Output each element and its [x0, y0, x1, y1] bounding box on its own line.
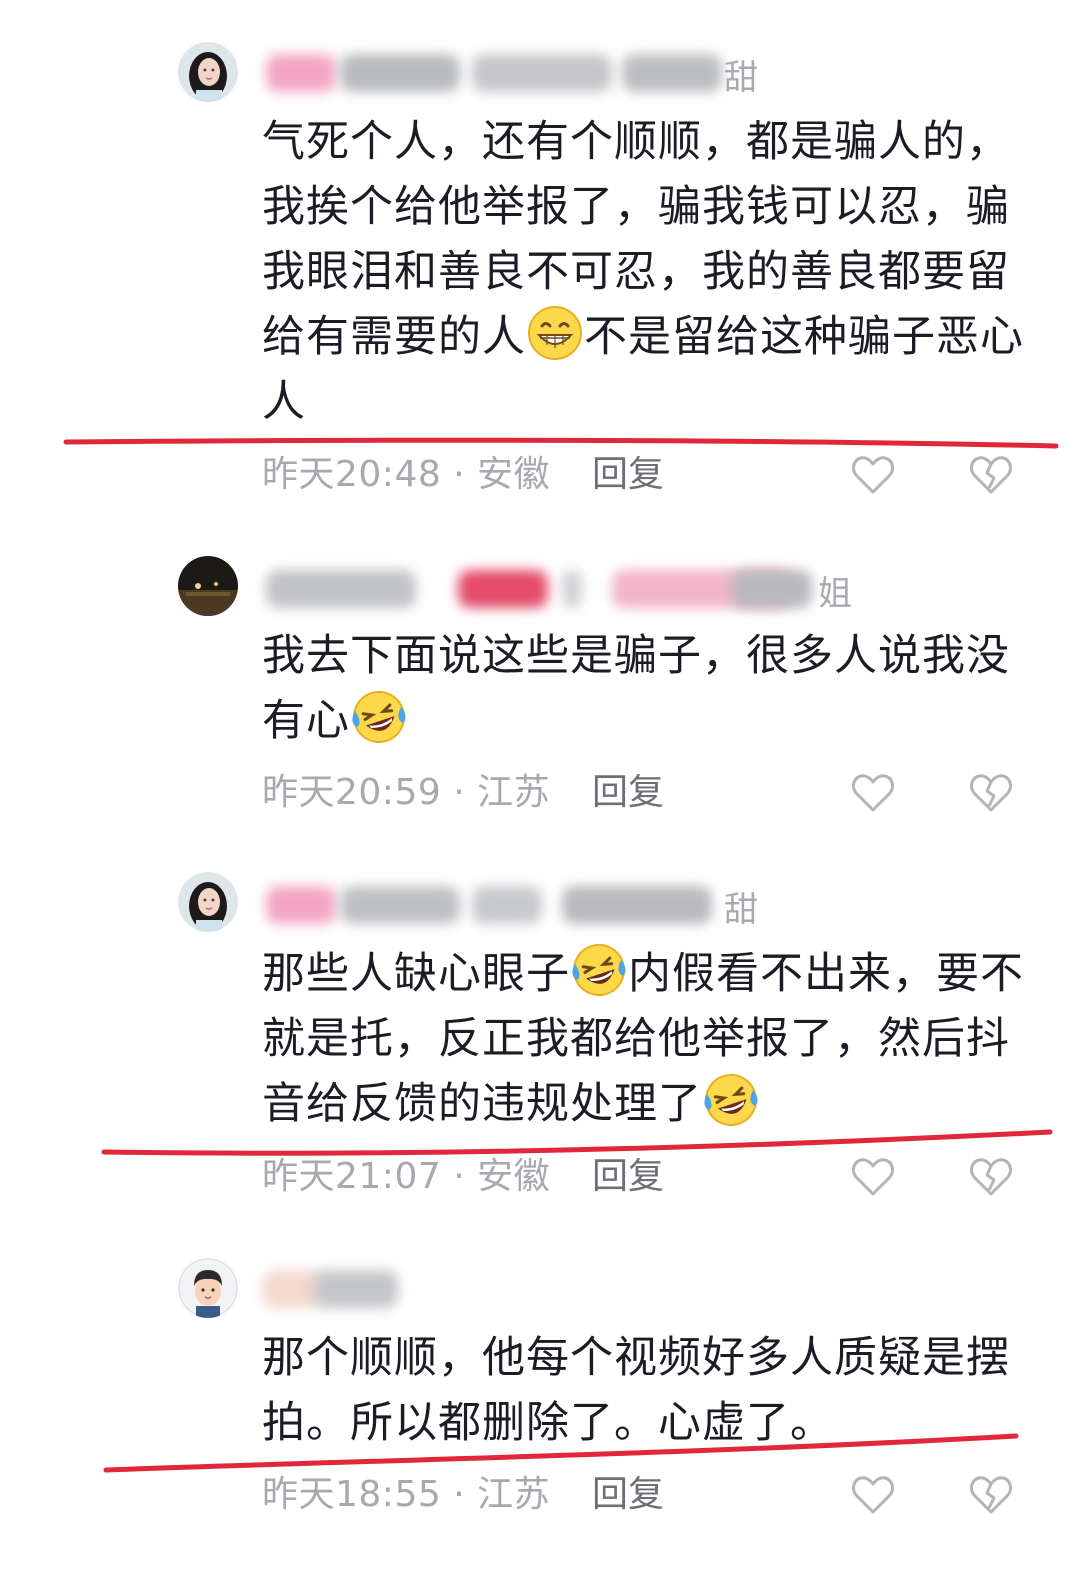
- reply-button[interactable]: 回复: [592, 1470, 664, 1520]
- comment-time-location: 昨天18:55 · 江苏: [262, 1474, 551, 1515]
- broken-heart-icon[interactable]: [968, 1472, 1014, 1518]
- comment-meta-row: 昨天18:55 · 江苏 回复: [262, 1470, 1022, 1520]
- user-avatar[interactable]: [178, 1258, 238, 1318]
- comment-text-part: 那个顺顺，他每个视频好多人质疑是摆拍。所以都删除了。心虚了。: [262, 1333, 1010, 1448]
- heart-outline-icon[interactable]: [850, 1472, 896, 1518]
- comment-item: 那个顺顺，他每个视频好多人质疑是摆拍。所以都删除了。心虚了。 昨天18:55 ·…: [0, 0, 1080, 1581]
- comment-text: 那个顺顺，他每个视频好多人质疑是摆拍。所以都删除了。心虚了。: [262, 1326, 1032, 1456]
- username-blurred[interactable]: [262, 1262, 782, 1316]
